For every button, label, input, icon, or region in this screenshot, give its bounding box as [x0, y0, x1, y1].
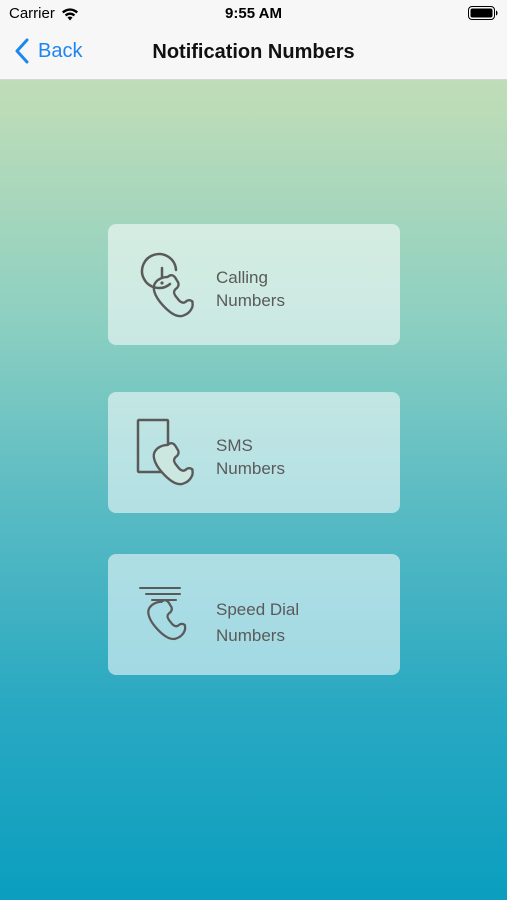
calling-numbers-button[interactable]: Calling Numbers — [108, 224, 400, 345]
calling-numbers-label-line2: Numbers — [216, 291, 285, 310]
speed-dial-numbers-button[interactable]: Speed Dial Numbers — [108, 554, 400, 675]
status-time: 9:55 AM — [225, 5, 282, 22]
phone-speed-dial-icon — [139, 587, 187, 641]
speed-dial-numbers-label-line1: Speed Dial — [216, 600, 300, 619]
phone-sms-icon — [136, 418, 194, 486]
sms-numbers-label-line1: SMS — [216, 436, 253, 455]
calling-numbers-label-line1: Calling — [216, 268, 268, 287]
sms-numbers-label: SMS Numbers — [216, 434, 285, 480]
speed-dial-numbers-label: Speed Dial Numbers — [216, 598, 299, 647]
speed-dial-numbers-label-line2: Numbers — [216, 626, 285, 645]
navigation-bar: Back Notification Numbers — [0, 28, 507, 80]
status-bar: Carrier 9:55 AM — [0, 0, 507, 28]
sms-numbers-label-line2: Numbers — [216, 459, 285, 478]
sms-numbers-button[interactable]: SMS Numbers — [108, 392, 400, 513]
phone-alert-icon — [140, 252, 194, 318]
notification-numbers-screen: Carrier 9:55 AM Back Notification Number… — [0, 0, 507, 900]
calling-numbers-label: Calling Numbers — [216, 266, 285, 312]
page-title: Notification Numbers — [152, 41, 355, 63]
battery-icon — [468, 6, 498, 20]
